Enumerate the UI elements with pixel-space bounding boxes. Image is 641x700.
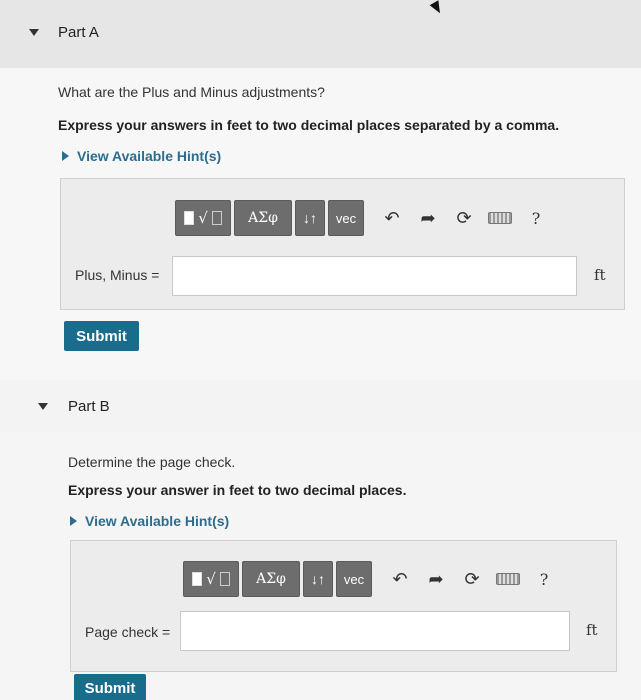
unit-label: ft — [586, 621, 598, 639]
undo-icon[interactable]: ↶ — [385, 561, 415, 597]
hint-label: View Available Hint(s) — [77, 148, 222, 164]
greek-symbols-button[interactable]: ΑΣφ — [242, 561, 300, 597]
part-a-instruction: Express your answers in feet to two deci… — [58, 117, 560, 133]
keyboard-icon[interactable] — [485, 200, 515, 236]
help-icon[interactable]: ? — [521, 200, 551, 236]
template-square-icon — [184, 211, 195, 225]
part-a-answer-box: √ ΑΣφ ↓↑ vec ↶ ➦ ⟳ ? Plus, Minus = ft — [60, 178, 625, 310]
part-b-title: Part B — [68, 398, 110, 415]
unit-label: ft — [594, 266, 606, 284]
templates-button[interactable]: √ — [183, 561, 239, 597]
page-check-label: Page check = — [85, 624, 171, 640]
undo-icon[interactable]: ↶ — [377, 200, 407, 236]
page-check-input[interactable] — [180, 611, 570, 651]
part-b-hint-link[interactable]: View Available Hint(s) — [70, 513, 229, 529]
math-toolbar: √ ΑΣφ ↓↑ vec ↶ ➦ ⟳ ? — [183, 561, 559, 597]
vec-button[interactable]: vec — [328, 200, 364, 236]
part-a-hint-link[interactable]: View Available Hint(s) — [62, 148, 221, 164]
math-toolbar: √ ΑΣφ ↓↑ vec ↶ ➦ ⟳ ? — [175, 200, 551, 236]
plus-minus-label: Plus, Minus = — [75, 267, 160, 283]
sort-button[interactable]: ↓↑ — [295, 200, 325, 236]
help-icon[interactable]: ? — [529, 561, 559, 597]
collapse-caret-icon[interactable] — [29, 29, 39, 36]
keyboard-icon[interactable] — [493, 561, 523, 597]
part-b-body: Determine the page check. Express your a… — [0, 432, 641, 700]
part-b-instruction: Express your answer in feet to two decim… — [68, 482, 407, 498]
template-box-icon — [219, 572, 230, 586]
expand-triangle-icon — [62, 151, 69, 161]
part-b-header[interactable]: Part B — [0, 380, 641, 432]
part-a-header[interactable]: Part A — [0, 0, 641, 68]
reset-icon[interactable]: ⟳ — [457, 561, 487, 597]
template-box-icon — [211, 211, 222, 225]
part-a-body: What are the Plus and Minus adjustments?… — [0, 68, 641, 388]
vec-button[interactable]: vec — [336, 561, 372, 597]
redo-icon[interactable]: ➦ — [421, 561, 451, 597]
reset-icon[interactable]: ⟳ — [449, 200, 479, 236]
root-icon: √ — [206, 570, 216, 588]
part-b-answer-box: √ ΑΣφ ↓↑ vec ↶ ➦ ⟳ ? Page check = ft — [70, 540, 617, 672]
templates-button[interactable]: √ — [175, 200, 231, 236]
expand-triangle-icon — [70, 516, 77, 526]
part-a-question: What are the Plus and Minus adjustments? — [58, 84, 325, 100]
part-a-submit-button[interactable]: Submit — [64, 321, 139, 351]
template-square-icon — [192, 572, 203, 586]
collapse-caret-icon[interactable] — [38, 403, 48, 410]
greek-symbols-button[interactable]: ΑΣφ — [234, 200, 292, 236]
part-b-submit-button[interactable]: Submit — [74, 674, 146, 700]
redo-icon[interactable]: ➦ — [413, 200, 443, 236]
part-b-question: Determine the page check. — [68, 454, 236, 470]
root-icon: √ — [198, 209, 208, 227]
page: Part A What are the Plus and Minus adjus… — [0, 0, 641, 700]
sort-button[interactable]: ↓↑ — [303, 561, 333, 597]
plus-minus-input[interactable] — [172, 256, 577, 296]
hint-label: View Available Hint(s) — [85, 513, 230, 529]
part-a-title: Part A — [58, 24, 99, 41]
